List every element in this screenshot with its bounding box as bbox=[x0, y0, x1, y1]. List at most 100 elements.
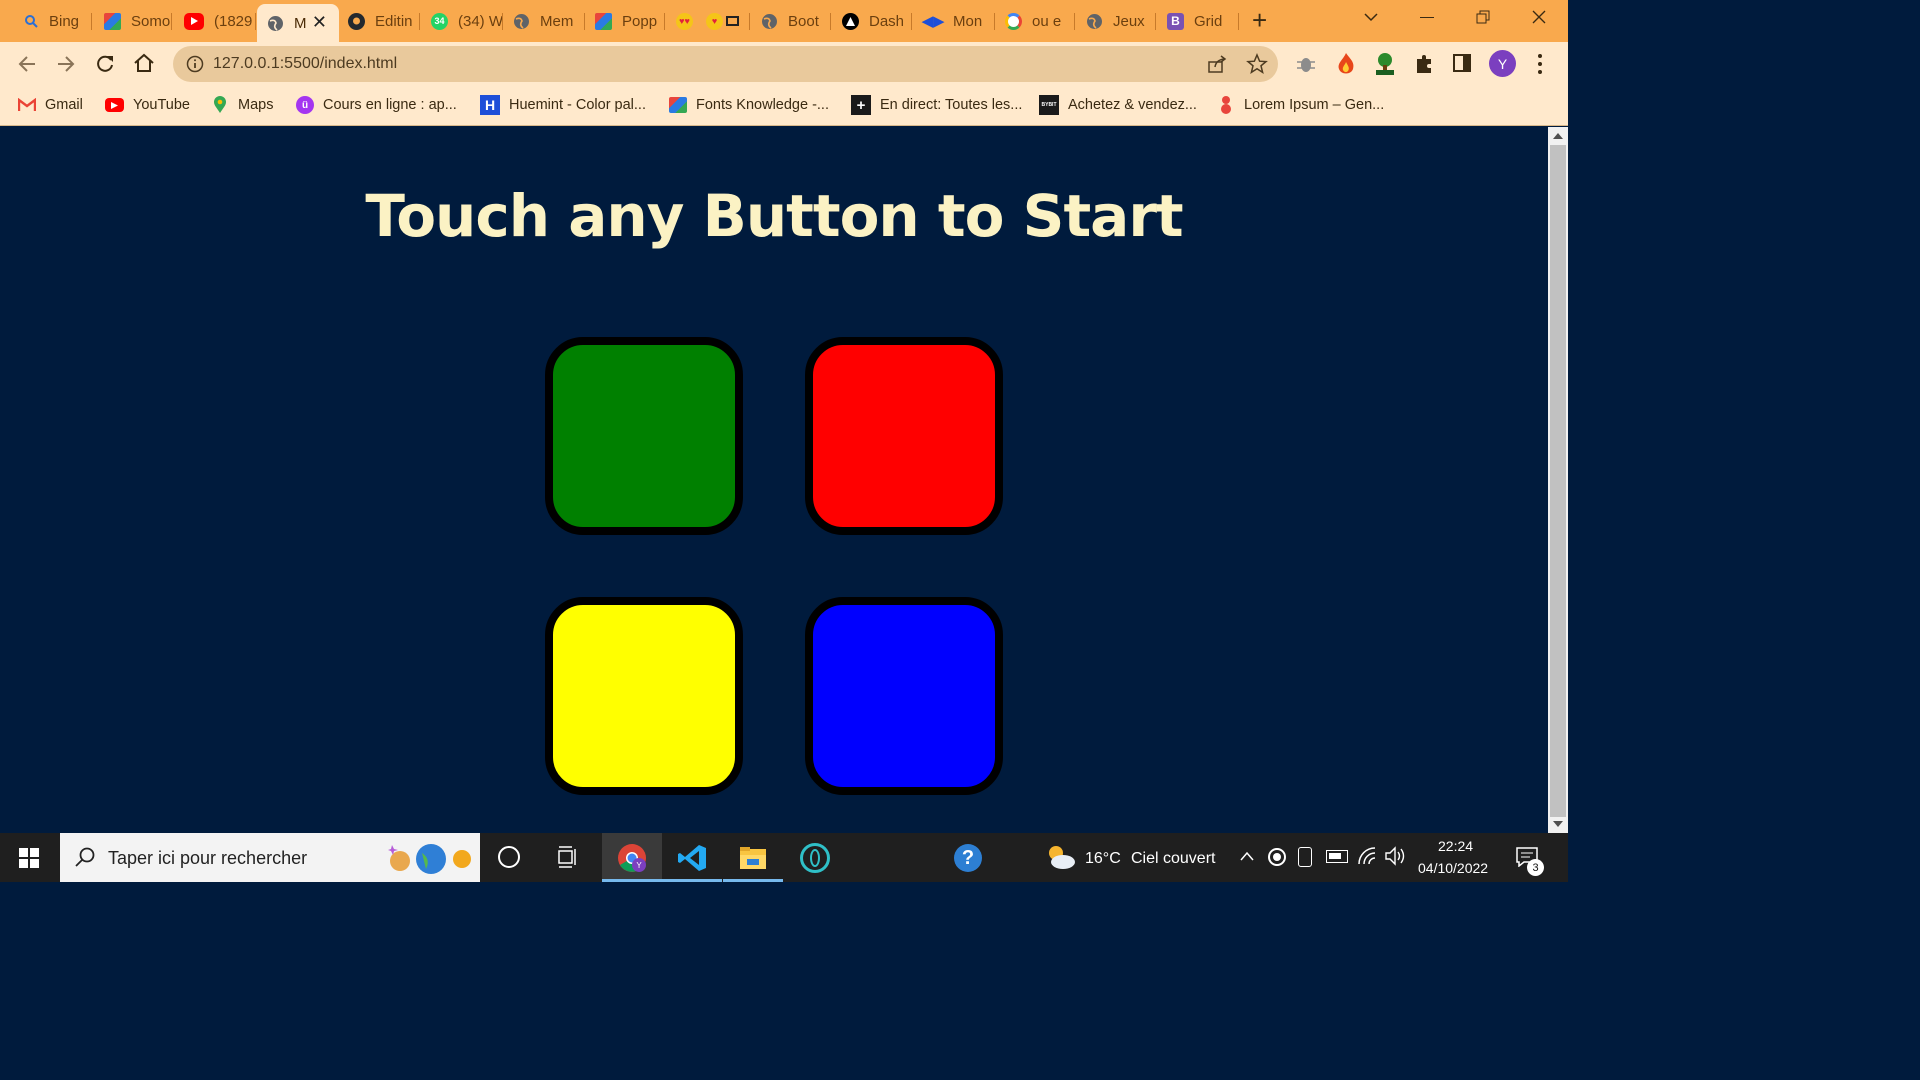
tab-title: Boot bbox=[788, 12, 819, 30]
bookmark-label: Maps bbox=[238, 97, 274, 113]
bug-extension-icon[interactable] bbox=[1295, 53, 1317, 75]
tab-active-current[interactable]: M ✕ bbox=[257, 4, 339, 42]
google-icon bbox=[1005, 12, 1022, 30]
new-tab-button[interactable]: + bbox=[1252, 6, 1267, 34]
scroll-up-arrow-icon[interactable] bbox=[1553, 133, 1563, 139]
taskbar-vscode-app[interactable] bbox=[662, 833, 722, 882]
site-info-icon[interactable] bbox=[186, 55, 204, 73]
tab-emoji-heart[interactable]: ♥♥ bbox=[668, 4, 702, 38]
tab-somo[interactable]: Somo bbox=[92, 4, 172, 38]
profile-avatar[interactable]: Y bbox=[1489, 50, 1516, 77]
scrollbar-thumb[interactable] bbox=[1550, 145, 1566, 817]
close-window-button[interactable] bbox=[1531, 9, 1547, 25]
share-icon[interactable] bbox=[1207, 54, 1227, 74]
windows-start-icon[interactable] bbox=[19, 848, 39, 868]
side-panel-icon[interactable] bbox=[1453, 54, 1471, 72]
tab-popp[interactable]: Popp bbox=[585, 4, 665, 38]
page-headline: Touch any Button to Start bbox=[365, 182, 1183, 250]
youtube-icon bbox=[105, 98, 124, 112]
weather-cloud-sun-icon[interactable] bbox=[1044, 843, 1076, 871]
globe-icon bbox=[1086, 13, 1103, 30]
tab-mon[interactable]: ◀▶ Mon bbox=[913, 4, 995, 38]
tab-grid[interactable]: B Grid bbox=[1157, 4, 1239, 38]
github-icon bbox=[348, 12, 365, 30]
udemy-icon: ü bbox=[296, 96, 314, 114]
wifi-icon[interactable] bbox=[1357, 846, 1377, 866]
vertical-scrollbar[interactable] bbox=[1548, 127, 1568, 833]
tab-title: (1829 bbox=[214, 12, 253, 30]
tab-jeux[interactable]: Jeux bbox=[1076, 4, 1156, 38]
browser-menu-button[interactable] bbox=[1537, 54, 1543, 74]
restore-button[interactable] bbox=[1476, 10, 1490, 24]
bookmark-youtube[interactable]: YouTube bbox=[105, 94, 190, 116]
search-highlight-icon bbox=[388, 843, 474, 875]
tab-strip: Bing Somo (1829 M ✕ Editin 34 (34) W Mem… bbox=[0, 0, 1568, 42]
browser-toolbar: 127.0.0.1:5500/index.html Y bbox=[0, 42, 1568, 86]
plus-square-icon: + bbox=[851, 95, 871, 115]
task-view-icon[interactable] bbox=[556, 845, 580, 869]
home-button[interactable] bbox=[133, 52, 155, 74]
bookmark-star-icon[interactable] bbox=[1246, 53, 1268, 75]
close-tab-icon[interactable]: ✕ bbox=[312, 12, 327, 33]
tab-whatsapp[interactable]: 34 (34) W bbox=[421, 4, 503, 38]
bookmark-maps[interactable]: Maps bbox=[211, 94, 273, 116]
tab-search-chevron-icon[interactable] bbox=[1362, 8, 1380, 26]
reload-button[interactable] bbox=[94, 53, 116, 75]
tab-youtube[interactable]: (1829 bbox=[172, 4, 256, 38]
blue-button[interactable] bbox=[805, 597, 1003, 795]
tray-chevron-up-icon[interactable] bbox=[1239, 850, 1255, 862]
green-button[interactable] bbox=[545, 337, 743, 535]
volume-icon[interactable] bbox=[1385, 846, 1407, 866]
taskbar-chrome-app[interactable]: Y bbox=[602, 833, 662, 882]
red-button[interactable] bbox=[805, 337, 1003, 535]
globe-icon bbox=[761, 13, 778, 30]
bookmark-label: Achetez & vendez... bbox=[1068, 97, 1197, 113]
bookmark-label: Lorem Ipsum – Gen... bbox=[1244, 97, 1385, 113]
taskbar-explorer-app[interactable] bbox=[723, 833, 783, 882]
tab-boot[interactable]: Boot bbox=[751, 4, 831, 38]
weather-condition[interactable]: Ciel couvert bbox=[1131, 850, 1215, 868]
tab-title: Editin bbox=[375, 12, 413, 30]
forward-button[interactable] bbox=[55, 53, 77, 75]
fire-extension-icon[interactable] bbox=[1335, 52, 1357, 76]
tab-title: Mem bbox=[540, 12, 574, 30]
cortana-icon[interactable] bbox=[498, 846, 520, 868]
folder-icon bbox=[739, 845, 767, 871]
tab-dash[interactable]: Dash bbox=[832, 4, 912, 38]
yellow-button[interactable] bbox=[545, 597, 743, 795]
minimize-button[interactable] bbox=[1420, 17, 1434, 18]
clock-time[interactable]: 22:24 bbox=[1438, 838, 1473, 854]
bookmark-huemint[interactable]: H Huemint - Color pal... bbox=[480, 94, 646, 116]
tab-title: ou e bbox=[1032, 12, 1062, 30]
tab-emoji-screen[interactable]: ♥ bbox=[702, 4, 750, 38]
extensions-puzzle-icon[interactable] bbox=[1413, 53, 1435, 75]
tablet-icon[interactable] bbox=[1298, 847, 1312, 867]
bookmark-bybit[interactable]: BYBIT Achetez & vendez... bbox=[1039, 94, 1197, 116]
bookmark-lorem[interactable]: Lorem Ipsum – Gen... bbox=[1217, 94, 1384, 116]
tab-google[interactable]: ou e bbox=[995, 4, 1075, 38]
tab-title: (34) W bbox=[458, 12, 503, 30]
clock-date[interactable]: 04/10/2022 bbox=[1418, 860, 1488, 876]
tab-github[interactable]: Editin bbox=[340, 4, 420, 38]
bookmark-cours[interactable]: ü Cours en ligne : ap... bbox=[296, 94, 457, 116]
taskbar-opera-app[interactable] bbox=[786, 833, 846, 882]
taskbar-search-box[interactable]: Taper ici pour rechercher bbox=[60, 833, 480, 882]
tab-mem[interactable]: Mem bbox=[503, 4, 585, 38]
url-text[interactable]: 127.0.0.1:5500/index.html bbox=[213, 55, 397, 73]
bookmark-fonts[interactable]: Fonts Knowledge -... bbox=[669, 94, 829, 116]
battery-icon[interactable] bbox=[1326, 850, 1348, 863]
record-icon[interactable] bbox=[1268, 848, 1286, 866]
back-button[interactable] bbox=[16, 53, 38, 75]
whatsapp-icon: 34 bbox=[431, 12, 448, 30]
address-bar[interactable]: 127.0.0.1:5500/index.html bbox=[173, 46, 1278, 82]
tab-bing[interactable]: Bing bbox=[10, 4, 92, 38]
bookmark-en-direct[interactable]: + En direct: Toutes les... bbox=[851, 94, 1022, 116]
html-tree-extension-icon[interactable] bbox=[1374, 52, 1396, 76]
bookmark-gmail[interactable]: Gmail bbox=[18, 94, 83, 116]
bybit-icon: BYBIT bbox=[1039, 95, 1059, 115]
weather-temperature[interactable]: 16°C bbox=[1085, 850, 1121, 868]
bookmark-label: YouTube bbox=[133, 97, 190, 113]
help-icon[interactable]: ? bbox=[954, 844, 982, 872]
huemint-icon: H bbox=[480, 95, 500, 115]
scroll-down-arrow-icon[interactable] bbox=[1553, 821, 1563, 827]
